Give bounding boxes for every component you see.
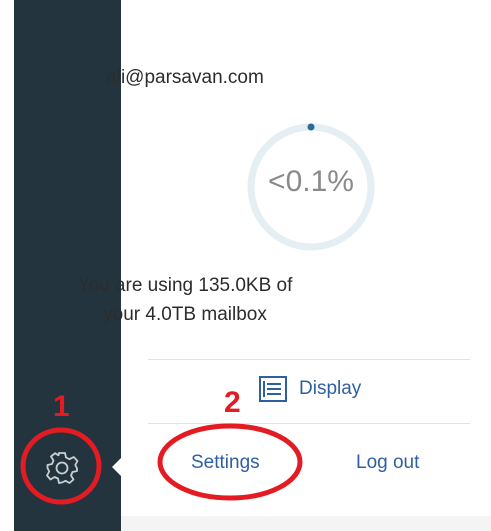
gear-icon[interactable]	[44, 450, 80, 486]
settings-button[interactable]: Settings	[191, 452, 260, 474]
logout-button[interactable]: Log out	[356, 452, 419, 474]
panel-footer	[121, 516, 491, 531]
usage-text: You are using 135.0KB of your 4.0TB mail…	[0, 271, 370, 329]
display-label: Display	[299, 378, 362, 399]
usage-percent: <0.1%	[268, 165, 354, 198]
panel-pointer	[112, 456, 123, 478]
usage-line-2: your 4.0TB mailbox	[103, 304, 267, 325]
annotation-marker-2: 2	[224, 386, 241, 419]
usage-ring-marker	[307, 123, 315, 131]
account-email: ali@parsavan.com	[106, 67, 264, 88]
usage-line-1: You are using 135.0KB of	[77, 275, 293, 296]
display-button[interactable]: Display	[259, 372, 361, 406]
divider	[148, 423, 470, 424]
divider	[148, 359, 470, 360]
annotation-marker-1: 1	[53, 390, 70, 423]
display-icon	[259, 376, 287, 402]
